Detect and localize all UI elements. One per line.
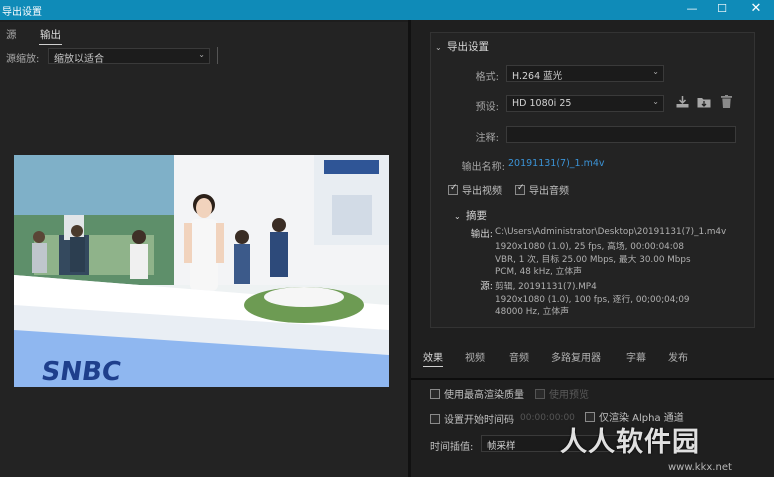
delete-preset-icon[interactable] [721, 95, 732, 111]
chevron-down-icon: ⌄ [652, 97, 659, 106]
export-audio-label: 导出音频 [529, 186, 569, 197]
set-start-timecode-label: 设置开始时间码 [444, 415, 514, 426]
summary-source-line: 48000 Hz, 立体声 [495, 307, 569, 317]
close-button[interactable]: ✕ [741, 0, 771, 20]
settings-tabs: 效果 视频 音频 多路复用器 字幕 发布 [411, 346, 774, 367]
checkbox-max-render-quality[interactable] [430, 389, 440, 399]
export-settings-header[interactable]: ⌄ 导出设置 [435, 39, 489, 54]
tab-audio[interactable]: 音频 [509, 349, 529, 364]
set-start-timecode-checkbox[interactable]: 设置开始时间码 [430, 411, 514, 426]
source-output-panel: 源 输出 源缩放: 缩放以适合 ⌄ SNBC [0, 22, 408, 477]
section-divider [411, 378, 774, 380]
summary-source-line: 剪辑, 20191131(7).MP4 [495, 282, 597, 292]
max-render-quality-label: 使用最高渲染质量 [444, 390, 524, 401]
signage-text: SNBC [39, 357, 123, 387]
tab-publish[interactable]: 发布 [668, 349, 688, 364]
preset-value: HD 1080i 25 [512, 98, 572, 109]
import-preset-icon[interactable] [697, 96, 711, 111]
source-scaling-select[interactable]: 缩放以适合 ⌄ [48, 48, 210, 65]
chevron-down-icon[interactable]: ⌄ [454, 212, 466, 221]
source-scaling-bar: 源缩放: 缩放以适合 ⌄ [0, 45, 408, 65]
source-scaling-label: 源缩放: [6, 54, 40, 65]
comment-input[interactable] [506, 126, 736, 143]
watermark-url: www.kkx.net [668, 462, 732, 473]
minimize-button[interactable]: — [677, 0, 707, 20]
tab-captions[interactable]: 字幕 [626, 349, 646, 364]
export-settings-box: ⌄ 导出设置 格式: H.264 蓝光 ⌄ 预设: HD 1080i 25 ⌄ 注… [430, 32, 755, 328]
window-title: 导出设置 [2, 7, 42, 18]
tab-output[interactable]: 输出 [39, 27, 62, 45]
output-name-label: 输出名称: [461, 162, 505, 173]
checkbox-export-audio[interactable] [515, 183, 525, 195]
watermark-logo-text: 人人软件园 [560, 427, 700, 458]
tab-multiplexer[interactable]: 多路复用器 [551, 349, 601, 364]
title-bar: 导出设置 — ☐ ✕ [0, 0, 774, 20]
summary-output-label: 输出: [470, 229, 493, 240]
site-watermark: 人人软件园 www.kkx.net [560, 420, 772, 477]
preset-select[interactable]: HD 1080i 25 ⌄ [506, 95, 664, 112]
time-interpolation-value: 帧采样 [487, 441, 516, 452]
checkbox-use-previews[interactable] [535, 389, 545, 399]
tab-video[interactable]: 视频 [465, 349, 485, 364]
export-audio-checkbox[interactable]: 导出音频 [515, 182, 569, 197]
checkbox-export-video[interactable] [448, 183, 458, 195]
export-video-label: 导出视频 [462, 186, 502, 197]
save-preset-icon[interactable] [676, 96, 689, 111]
export-settings-panel: ⌄ 导出设置 格式: H.264 蓝光 ⌄ 预设: HD 1080i 25 ⌄ 注… [411, 20, 774, 477]
format-select[interactable]: H.264 蓝光 ⌄ [506, 65, 664, 82]
chevron-down-icon: ⌄ [652, 67, 659, 76]
use-previews-checkbox[interactable]: 使用预览 [535, 386, 589, 401]
export-video-checkbox[interactable]: 导出视频 [448, 182, 502, 197]
summary-header[interactable]: ⌄ 摘要 [454, 208, 487, 223]
chevron-down-icon: ⌄ [198, 50, 205, 59]
source-output-tabs: 源 输出 [0, 22, 408, 45]
summary-output-line: C:\Users\Administrator\Desktop\20191131(… [495, 227, 727, 237]
summary-source-label: 源: [480, 281, 493, 292]
preview-frame-image: SNBC [14, 155, 389, 387]
max-render-quality-checkbox[interactable]: 使用最高渲染质量 [430, 386, 524, 401]
summary-output-line: PCM, 48 kHz, 立体声 [495, 267, 582, 277]
summary-title: 摘要 [466, 210, 487, 222]
checkbox-set-start-timecode[interactable] [430, 414, 440, 424]
tab-source[interactable]: 源 [6, 27, 17, 42]
video-preview: SNBC [14, 155, 389, 387]
use-previews-label: 使用预览 [549, 390, 589, 401]
format-value: H.264 蓝光 [512, 71, 563, 82]
export-settings-title: 导出设置 [447, 41, 489, 53]
time-interpolation-label: 时间插值: [430, 442, 474, 453]
maximize-button[interactable]: ☐ [707, 0, 737, 20]
tab-effects[interactable]: 效果 [423, 349, 443, 367]
source-scaling-value: 缩放以适合 [54, 54, 104, 65]
output-name-link[interactable]: 20191131(7)_1.m4v [508, 158, 605, 169]
preset-label: 预设: [475, 102, 499, 113]
toolbar-divider [217, 47, 218, 64]
format-label: 格式: [475, 72, 499, 83]
comment-label: 注释: [475, 133, 499, 144]
summary-output-line: 1920x1080 (1.0), 25 fps, 高场, 00:00:04:08 [495, 242, 684, 252]
chevron-down-icon[interactable]: ⌄ [435, 43, 447, 52]
